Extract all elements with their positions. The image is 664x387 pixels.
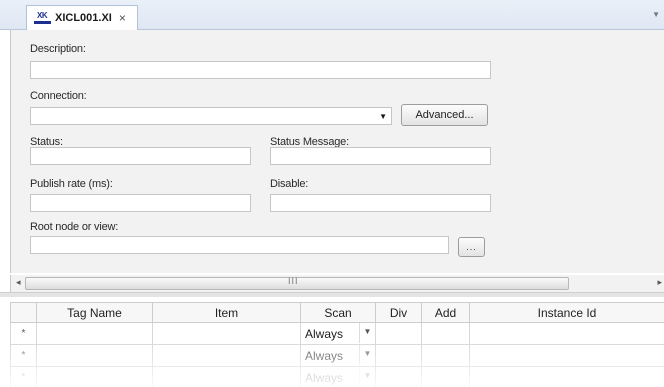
tag-name-cell[interactable] [36, 344, 153, 367]
scroll-left-icon[interactable]: ◂ [16, 277, 21, 288]
chevron-down-icon[interactable]: ▼ [379, 112, 387, 121]
items-grid: Tag Name Item Scan Div Add Instance Id *… [10, 302, 664, 387]
tab-title: XICL001.XI [55, 12, 112, 24]
chevron-down-icon[interactable]: ▼ [359, 367, 375, 387]
panel-splitter[interactable] [0, 292, 664, 297]
column-header-scan[interactable]: Scan [300, 302, 376, 323]
disable-field[interactable] [270, 194, 491, 212]
new-row-marker: * [10, 366, 37, 387]
xk-document-icon: XK [34, 11, 51, 24]
tab-close-icon[interactable]: × [119, 12, 126, 24]
scan-cell[interactable]: Always ▼ [300, 366, 376, 387]
tag-name-cell[interactable] [36, 322, 153, 345]
scan-value: Always [305, 327, 344, 341]
tab-list-dropdown-icon[interactable]: ▼ [652, 10, 660, 19]
advanced-button[interactable]: Advanced... [401, 104, 488, 126]
add-cell[interactable] [421, 366, 470, 387]
chevron-down-icon[interactable]: ▼ [359, 323, 375, 343]
scrollbar-thumb[interactable]: III [25, 276, 569, 290]
item-cell[interactable] [152, 322, 301, 345]
table-row[interactable]: * Always ▼ [10, 366, 664, 387]
connection-label: Connection: [30, 90, 87, 102]
disable-label: Disable: [270, 178, 309, 190]
scan-cell[interactable]: Always ▼ [300, 344, 376, 367]
column-header-item[interactable]: Item [152, 302, 301, 323]
scroll-right-icon[interactable]: ▸ [657, 277, 662, 288]
browse-button[interactable]: ... [458, 237, 485, 257]
scan-cell[interactable]: Always ▼ [300, 322, 376, 345]
document-tab[interactable]: XK XICL001.XI × [26, 5, 138, 30]
instance-id-cell[interactable] [469, 344, 664, 367]
publish-rate-label: Publish rate (ms): [30, 178, 113, 190]
table-row[interactable]: * Always ▼ [10, 344, 664, 367]
add-cell[interactable] [421, 322, 470, 345]
row-header-corner [10, 302, 37, 323]
div-cell[interactable] [375, 344, 422, 367]
grip-icon: III [288, 276, 299, 286]
root-node-field[interactable] [30, 236, 449, 254]
publish-rate-field[interactable] [30, 194, 251, 212]
scan-value: Always [305, 371, 344, 385]
new-row-marker: * [10, 322, 37, 345]
chevron-down-icon[interactable]: ▼ [359, 345, 375, 365]
instance-id-cell[interactable] [469, 322, 664, 345]
new-row-marker: * [10, 344, 37, 367]
connection-properties-panel: Description: Connection: ▼ Advanced... S… [10, 30, 664, 273]
column-header-tag-name[interactable]: Tag Name [36, 302, 153, 323]
document-tab-strip: XK XICL001.XI × ▼ [0, 0, 664, 30]
description-field[interactable] [30, 61, 491, 79]
item-cell[interactable] [152, 344, 301, 367]
item-cell[interactable] [152, 366, 301, 387]
connection-dropdown[interactable]: ▼ [30, 107, 392, 125]
status-field[interactable] [30, 147, 251, 165]
scan-value: Always [305, 349, 344, 363]
table-row[interactable]: * Always ▼ [10, 322, 664, 345]
tag-name-cell[interactable] [36, 366, 153, 387]
description-label: Description: [30, 43, 86, 55]
column-header-div[interactable]: Div [375, 302, 422, 323]
grid-header-row: Tag Name Item Scan Div Add Instance Id [10, 302, 664, 323]
horizontal-scrollbar[interactable]: ◂ III ▸ [10, 275, 664, 292]
column-header-add[interactable]: Add [421, 302, 470, 323]
status-message-field[interactable] [270, 147, 491, 165]
root-node-label: Root node or view: [30, 221, 119, 233]
div-cell[interactable] [375, 322, 422, 345]
add-cell[interactable] [421, 344, 470, 367]
column-header-instance-id[interactable]: Instance Id [469, 302, 664, 323]
instance-id-cell[interactable] [469, 366, 664, 387]
div-cell[interactable] [375, 366, 422, 387]
